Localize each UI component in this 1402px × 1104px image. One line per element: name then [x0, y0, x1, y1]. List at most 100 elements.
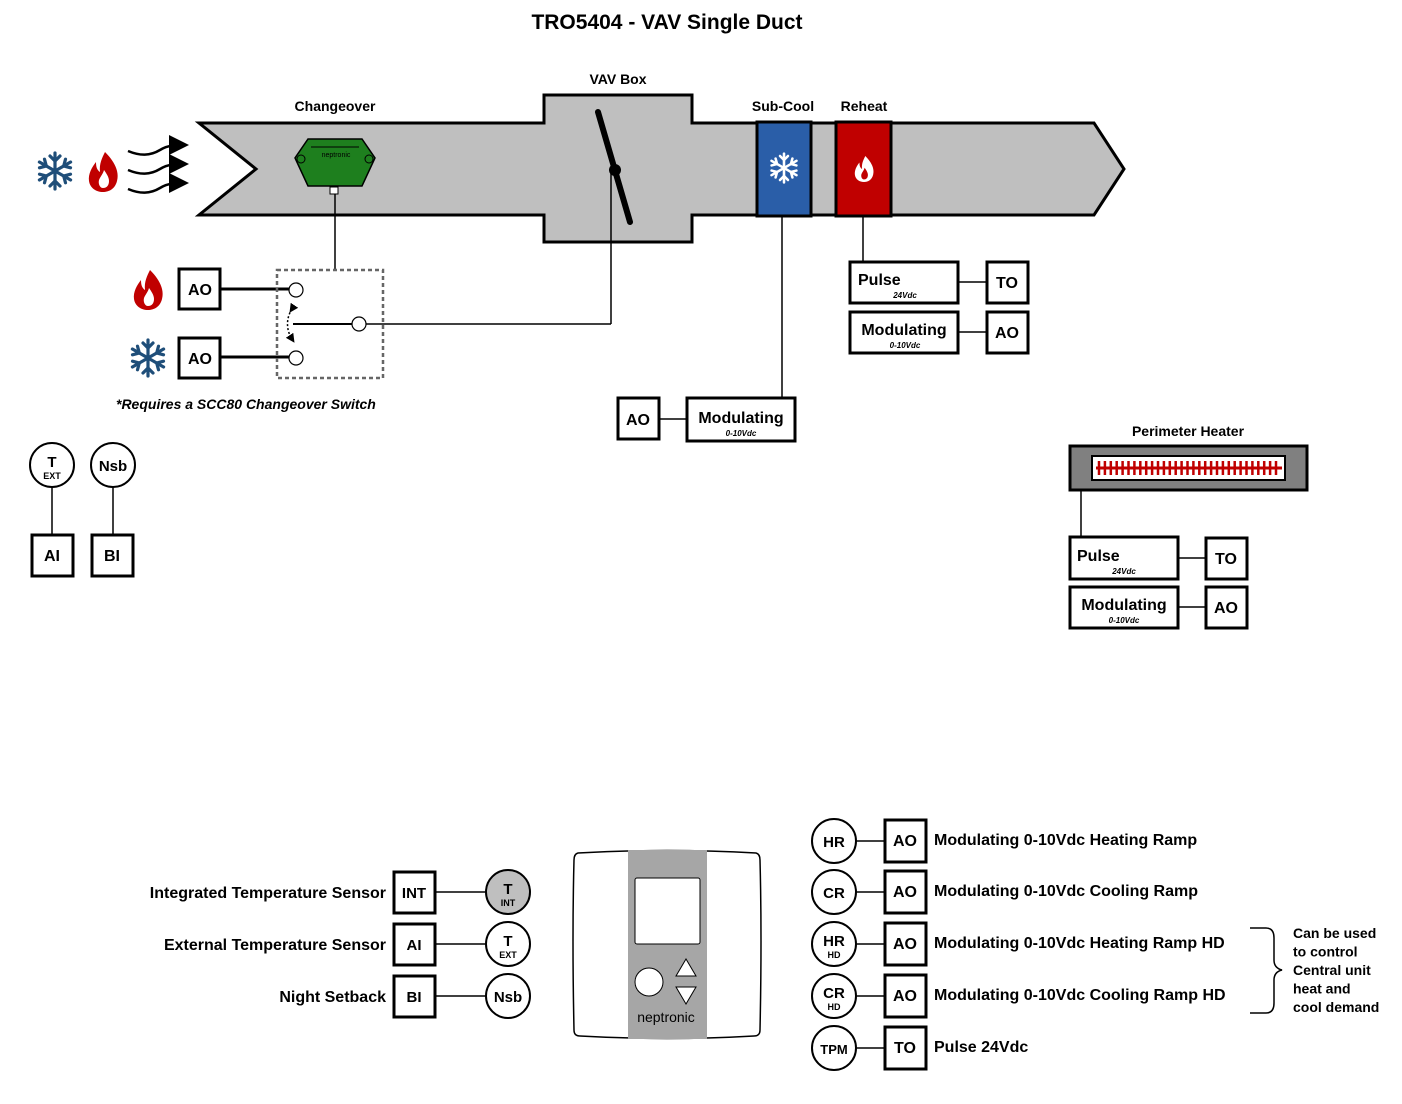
svg-text:24Vdc: 24Vdc — [892, 291, 917, 300]
svg-text:Pulse: Pulse — [858, 272, 901, 289]
svg-text:Modulating: Modulating — [861, 322, 946, 339]
output-circle-sub: HD — [828, 1002, 841, 1012]
svg-text:TO: TO — [996, 275, 1018, 292]
output-circle-label: TPM — [820, 1042, 847, 1057]
sensor-row: Night Setback BI Nsb — [279, 973, 531, 1019]
t-ext-circle: T EXT — [29, 442, 75, 488]
changeover-note: *Requires a SCC80 Changeover Switch — [116, 396, 376, 412]
brace-note-line: Can be used — [1293, 925, 1376, 941]
heater-ao-box: AO — [1204, 585, 1249, 630]
svg-text:AO: AO — [188, 282, 212, 299]
svg-text:Pulse: Pulse — [1077, 548, 1120, 565]
sensor-row: External Temperature Sensor AI TEXT — [164, 921, 531, 967]
output-description: Modulating 0-10Vdc Cooling Ramp — [934, 883, 1198, 900]
svg-text:BI: BI — [104, 548, 120, 565]
output-row: HRHD AO Modulating 0-10Vdc Heating Ramp HD — [811, 921, 1225, 967]
thermostat: neptronic — [572, 849, 762, 1040]
output-type-label: AO — [893, 833, 917, 850]
bi-box: BI — [90, 533, 135, 578]
output-description: Pulse 24Vdc — [934, 1039, 1028, 1056]
brace-note-line: to control — [1293, 944, 1358, 960]
page-title: TRO5404 - VAV Single Duct — [531, 11, 802, 34]
perimeter-heater — [1068, 444, 1309, 492]
ai-box: AI — [30, 533, 75, 578]
sensor-circle-label: T — [503, 881, 512, 898]
thermostat-button[interactable] — [634, 967, 664, 997]
reheat-ao-box: AO — [985, 310, 1030, 355]
snowflake-icon — [37, 151, 73, 191]
svg-text:AO: AO — [995, 325, 1019, 342]
svg-text:AO: AO — [626, 412, 650, 429]
subcool-coil — [755, 120, 813, 218]
svg-text:Modulating: Modulating — [698, 410, 783, 427]
output-description: Modulating 0-10Vdc Cooling Ramp HD — [934, 987, 1226, 1004]
svg-text:0-10Vdc: 0-10Vdc — [890, 341, 921, 350]
cool-snowflake-icon — [130, 338, 166, 378]
changeover-label: Changeover — [295, 98, 376, 114]
heater-modulating-box: Modulating 0-10Vdc — [1068, 585, 1180, 630]
reheat-modulating-box: Modulating 0-10Vdc — [848, 310, 960, 355]
svg-text:Modulating: Modulating — [1081, 597, 1166, 614]
reheat-to-box: TO — [985, 260, 1030, 305]
sensor-circle-label: T — [503, 933, 512, 950]
output-circle-label: HR — [823, 834, 845, 851]
svg-text:AI: AI — [44, 548, 60, 565]
brace-note-line: Central unit — [1293, 962, 1371, 978]
svg-text:TO: TO — [1215, 551, 1237, 568]
diagram-canvas: TRO5404 - VAV Single Duct Changeover VAV… — [29, 11, 1379, 1071]
output-type-label: TO — [894, 1040, 916, 1057]
output-row: CRHD AO Modulating 0-10Vdc Cooling Ramp HD — [811, 973, 1226, 1019]
sensor-label: Night Setback — [279, 989, 386, 1006]
brace — [1250, 927, 1283, 1014]
output-circle-label: HR — [823, 933, 845, 950]
output-circle-sub: HD — [828, 950, 841, 960]
output-row: CR AO Modulating 0-10Vdc Cooling Ramp — [811, 869, 1198, 915]
output-row: HR AO Modulating 0-10Vdc Heating Ramp — [811, 818, 1197, 864]
nsb-circle: Nsb — [90, 442, 136, 488]
svg-text:Nsb: Nsb — [99, 458, 127, 475]
sensor-circle-sub: EXT — [499, 950, 517, 960]
svg-text:0-10Vdc: 0-10Vdc — [726, 429, 757, 438]
output-row: TPM TO Pulse 24Vdc — [811, 1025, 1028, 1071]
heater-to-box: TO — [1204, 536, 1249, 581]
reheat-label: Reheat — [841, 98, 888, 114]
reheat-pulse-box: Pulse 24Vdc — [848, 260, 960, 305]
sensor-label: External Temperature Sensor — [164, 937, 386, 954]
brace-note-line: cool demand — [1293, 999, 1379, 1015]
output-type-label: AO — [893, 936, 917, 953]
output-description: Modulating 0-10Vdc Heating Ramp HD — [934, 935, 1225, 952]
reheat-coil — [834, 120, 893, 218]
subcool-mode-box: Modulating 0-10Vdc — [685, 396, 797, 443]
output-description: Modulating 0-10Vdc Heating Ramp — [934, 832, 1197, 849]
subcool-ao-box: AO — [616, 396, 661, 441]
output-type-label: AO — [893, 988, 917, 1005]
heater-pulse-box: Pulse 24Vdc — [1068, 535, 1180, 581]
sensor-label: Integrated Temperature Sensor — [150, 885, 386, 902]
sensor-circle-sub: INT — [501, 898, 516, 908]
sensor-input-label: INT — [402, 885, 426, 902]
subcool-label: Sub-Cool — [752, 98, 814, 114]
flame-icon — [88, 152, 118, 192]
svg-text:AO: AO — [1214, 600, 1238, 617]
output-type-label: AO — [893, 884, 917, 901]
sensor-brand: neptronic — [322, 152, 351, 159]
sensor-input-label: BI — [407, 989, 422, 1006]
svg-text:EXT: EXT — [43, 471, 61, 481]
output-circle-label: CR — [823, 985, 845, 1002]
brace-note-line: heat and — [1293, 981, 1351, 997]
sensor-input-label: AI — [407, 937, 422, 954]
svg-text:0-10Vdc: 0-10Vdc — [1109, 616, 1140, 625]
cool-ao-box: AO — [177, 336, 222, 380]
svg-text:24Vdc: 24Vdc — [1111, 567, 1136, 576]
vav-box-label: VAV Box — [589, 71, 646, 87]
sensor-row: Integrated Temperature Sensor INT TINT — [150, 869, 531, 915]
thermostat-display — [634, 877, 701, 945]
heat-ao-box: AO — [177, 267, 222, 311]
svg-text:T: T — [47, 454, 56, 471]
output-circle-label: CR — [823, 885, 845, 902]
thermostat-brand: neptronic — [637, 1009, 695, 1025]
airflow-arrows-icon — [127, 135, 189, 194]
heat-flame-icon — [133, 270, 163, 310]
perimeter-heater-label: Perimeter Heater — [1132, 423, 1245, 439]
svg-text:AO: AO — [188, 351, 212, 368]
